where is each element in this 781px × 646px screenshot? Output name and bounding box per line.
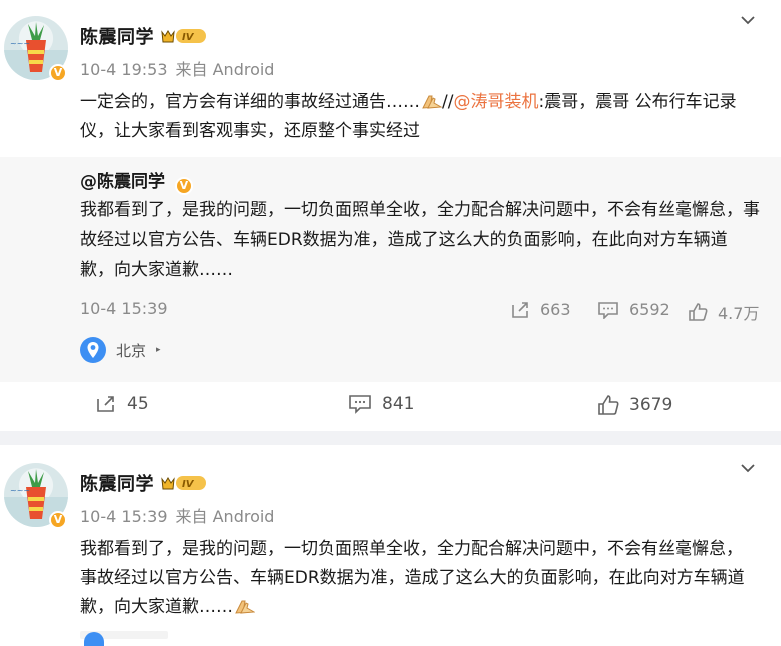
repost-author[interactable]: @陈震同学 V	[80, 167, 193, 195]
level-badge: IV	[161, 29, 206, 43]
post-source: 来自 Android	[175, 60, 275, 79]
verified-badge: V	[174, 177, 193, 195]
verified-badge: V	[49, 511, 67, 529]
repost-button[interactable]: 45	[95, 394, 149, 414]
mention-link[interactable]: @涛哥装机	[453, 92, 538, 112]
repost-count-stat[interactable]: 663	[510, 300, 571, 319]
post-meta: 10-4 15:39 来自 Android	[80, 503, 282, 527]
like-button[interactable]: 3679	[597, 394, 672, 416]
reposted-content[interactable]: @陈震同学 V 我都看到了，是我的问题，一切负面照单全收，全力配合解决问题中，不…	[0, 157, 781, 382]
like-count: 4.7万	[718, 304, 760, 323]
location-arrow-icon: ▸	[156, 345, 161, 355]
repost-author-name[interactable]: @陈震同学	[80, 172, 165, 192]
post-text: 一定会的，官方会有详细的事故经过通告……//@涛哥装机:震哥，震哥 公布行车记录…	[80, 88, 756, 146]
location-name: 北京	[116, 341, 147, 360]
svg-text:~~~: ~~~	[10, 39, 30, 48]
repost-text: 我都看到了，是我的问题，一切负面照单全收，全力配合解决问题中，不会有丝毫懈怠，事…	[80, 200, 760, 280]
level-badge: IV	[161, 476, 206, 490]
level-badge-text: IV	[182, 32, 195, 43]
username[interactable]: 陈震同学	[80, 470, 154, 496]
post-divider	[0, 431, 781, 445]
verified-badge: V	[49, 64, 67, 82]
comment-button-count: 841	[382, 394, 415, 414]
comment-icon	[349, 395, 371, 414]
repost-button-count: 45	[127, 394, 149, 414]
username[interactable]: 陈震同学	[80, 23, 154, 49]
post-meta: 10-4 19:53 来自 Android	[80, 56, 282, 80]
level-badge-text: IV	[182, 479, 195, 490]
post-source: 来自 Android	[175, 507, 275, 526]
like-button-count: 3679	[629, 395, 673, 415]
svg-text:~~~: ~~~	[10, 486, 30, 495]
repost-time[interactable]: 10-4 15:39	[80, 299, 168, 318]
post-text-main: 我都看到了，是我的问题，一切负面照单全收，全力配合解决问题中，不会有丝毫懈怠，事…	[80, 539, 745, 617]
repost-icon	[512, 301, 528, 318]
like-icon	[598, 395, 619, 415]
chevron-down-icon[interactable]	[741, 13, 755, 27]
chevron-down-icon[interactable]	[741, 461, 755, 475]
like-count-stat[interactable]: 4.7万	[688, 300, 759, 324]
pray-emoji-icon	[235, 600, 255, 614]
location-pin-icon	[84, 632, 104, 646]
pray-emoji-icon	[422, 95, 442, 109]
repost-icon	[97, 396, 114, 412]
repost-count: 663	[540, 300, 571, 319]
action-bar: 45 841 3679	[0, 382, 781, 431]
weibo-post: ~~~ V 陈震同学 IV 10-4 19:53 来自 Android 一定会的，…	[0, 0, 781, 431]
post-text: 我都看到了，是我的问题，一切负面照单全收，全力配合解决问题中，不会有丝毫懈怠，事…	[80, 535, 756, 622]
weibo-post: ~~~ V 陈震同学 IV 10-4 15:39 来自 Android 我都看到了…	[0, 445, 781, 639]
comment-button[interactable]: 841	[348, 394, 414, 414]
post-time[interactable]: 10-4 15:39	[80, 507, 168, 526]
location-pin-icon	[80, 337, 106, 363]
comment-count: 6592	[629, 300, 670, 319]
post-time[interactable]: 10-4 19:53	[80, 60, 168, 79]
repost-slashes: //	[442, 92, 454, 112]
comment-count-stat[interactable]: 6592	[597, 300, 670, 319]
like-icon	[689, 303, 708, 321]
comment-icon	[598, 301, 618, 319]
location-tag[interactable]: 北京 ▸	[80, 337, 161, 363]
post-text-main: 一定会的，官方会有详细的事故经过通告……	[80, 92, 420, 112]
